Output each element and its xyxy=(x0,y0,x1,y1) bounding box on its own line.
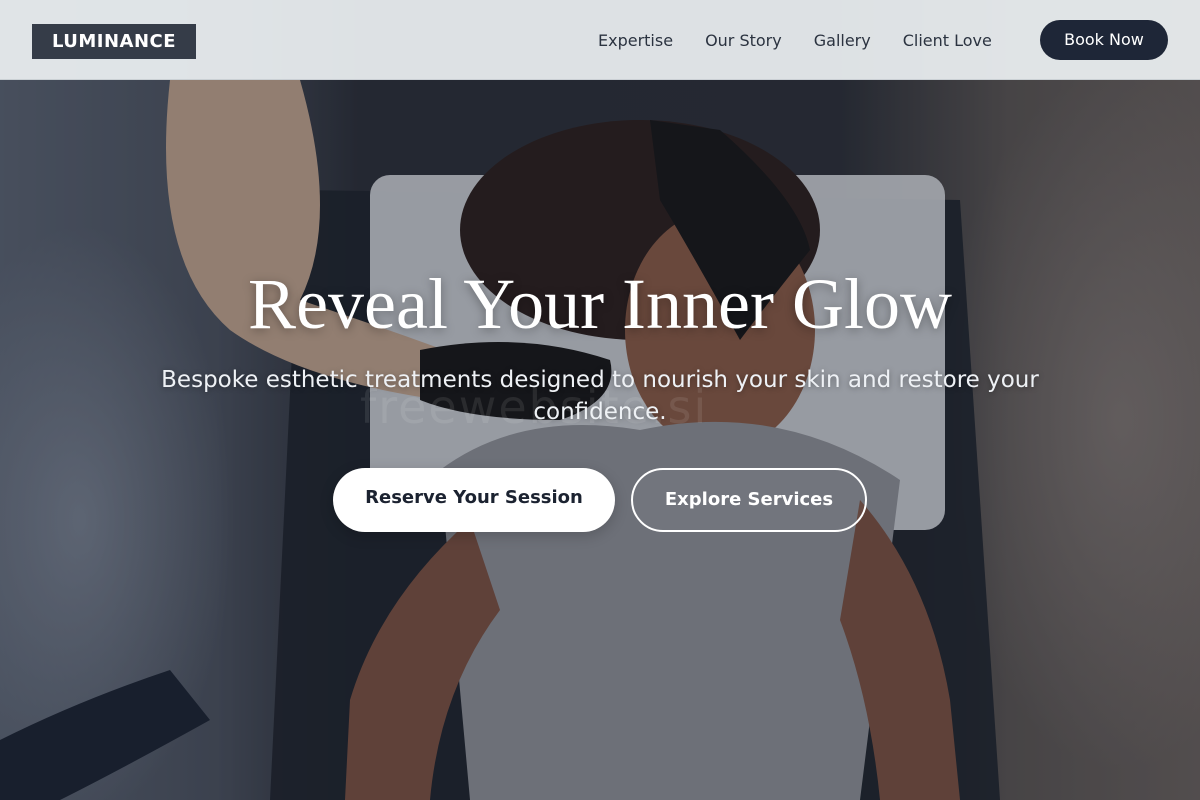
landing-page: LUMINANCE Expertise Our Story Gallery Cl… xyxy=(0,0,1200,800)
hero-title: Reveal Your Inner Glow xyxy=(248,264,952,344)
explore-services-button[interactable]: Explore Services xyxy=(631,468,867,532)
main-nav: Expertise Our Story Gallery Client Love xyxy=(598,0,1024,80)
book-now-button[interactable]: Book Now xyxy=(1040,20,1168,60)
watermark-text: freewebsite.si xyxy=(360,380,709,434)
nav-link-our-story[interactable]: Our Story xyxy=(705,31,782,50)
nav-link-client-love[interactable]: Client Love xyxy=(903,31,992,50)
nav-link-gallery[interactable]: Gallery xyxy=(814,31,871,50)
site-header: LUMINANCE Expertise Our Story Gallery Cl… xyxy=(0,0,1200,80)
reserve-session-button[interactable]: Reserve Your Session xyxy=(333,468,615,532)
nav-link-expertise[interactable]: Expertise xyxy=(598,31,673,50)
brand-logo[interactable]: LUMINANCE xyxy=(32,24,196,59)
